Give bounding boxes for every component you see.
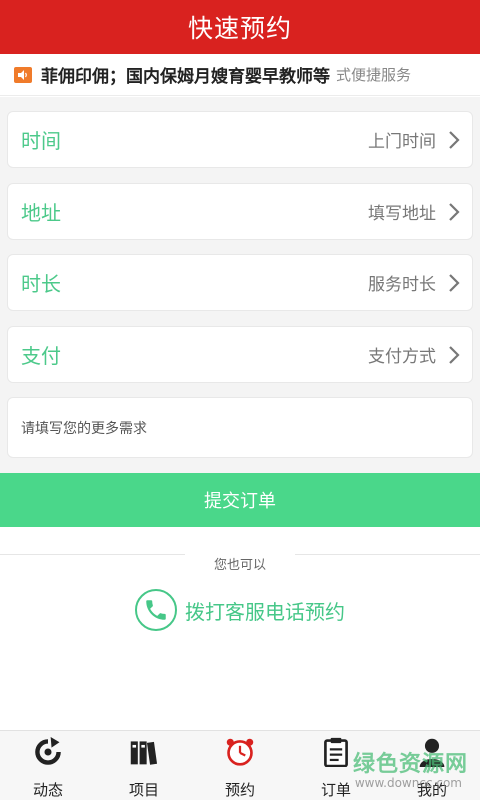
tab-feed-label: 动态	[32, 781, 63, 799]
requirements-input[interactable]: 请填写您的更多需求	[7, 397, 473, 458]
bottom-tab-bar: 动态 项目 预约 订单 我的	[0, 730, 480, 800]
time-label: 时间	[21, 129, 61, 153]
chevron-right-icon	[449, 130, 460, 149]
books-icon	[130, 741, 158, 765]
tab-feed[interactable]: 动态	[0, 731, 96, 800]
notice-bar[interactable]: 菲佣印佣；国内保姆月嫂育婴早教师等 式便捷服务	[0, 54, 480, 96]
header-bar: 快速预约	[0, 0, 480, 54]
user-icon	[419, 738, 445, 767]
clipboard-icon	[324, 737, 348, 767]
notice-text-tail: 式便捷服务	[336, 66, 412, 84]
chevron-right-icon	[449, 345, 460, 364]
call-service-label: 拨打客服电话预约	[185, 599, 345, 624]
payment-label: 支付	[21, 344, 61, 368]
chevron-right-icon	[449, 273, 460, 292]
tab-booking[interactable]: 预约	[192, 731, 288, 800]
tab-orders-label: 订单	[320, 781, 351, 799]
tab-mine-label: 我的	[416, 781, 447, 799]
time-row[interactable]: 时间 上门时间	[7, 111, 473, 168]
notice-text: 菲佣印佣；国内保姆月嫂育婴早教师等	[41, 67, 330, 87]
phone-icon	[135, 589, 177, 631]
address-label: 地址	[21, 201, 61, 225]
speaker-icon	[14, 66, 32, 83]
alternative-text: 您也可以	[213, 558, 266, 573]
tab-projects[interactable]: 项目	[96, 731, 192, 800]
duration-label: 时长	[21, 272, 61, 296]
refresh-icon	[35, 737, 61, 765]
alarm-clock-icon	[226, 738, 254, 766]
tab-booking-label: 预约	[224, 781, 255, 799]
duration-value: 服务时长	[368, 275, 436, 295]
chevron-right-icon	[449, 202, 460, 221]
payment-row[interactable]: 支付 支付方式	[7, 326, 473, 383]
submit-order-label: 提交订单	[204, 491, 276, 512]
tab-mine[interactable]: 我的	[384, 731, 480, 800]
requirements-placeholder: 请填写您的更多需求	[21, 420, 147, 437]
payment-value: 支付方式	[368, 347, 436, 367]
address-row[interactable]: 地址 填写地址	[7, 183, 473, 240]
tab-orders[interactable]: 订单	[288, 731, 384, 800]
page-title: 快速预约	[187, 14, 292, 43]
time-value: 上门时间	[368, 132, 436, 152]
tab-projects-label: 项目	[128, 781, 159, 799]
submit-order-button[interactable]: 提交订单	[0, 473, 480, 527]
booking-form: 时间 上门时间 地址 填写地址 时长 服务时长 支付 支付方式 请填写您的更多需…	[0, 97, 480, 473]
duration-row[interactable]: 时长 服务时长	[7, 254, 473, 311]
call-service-button[interactable]: 拨打客服电话预约	[0, 588, 480, 632]
address-value: 填写地址	[368, 204, 436, 224]
